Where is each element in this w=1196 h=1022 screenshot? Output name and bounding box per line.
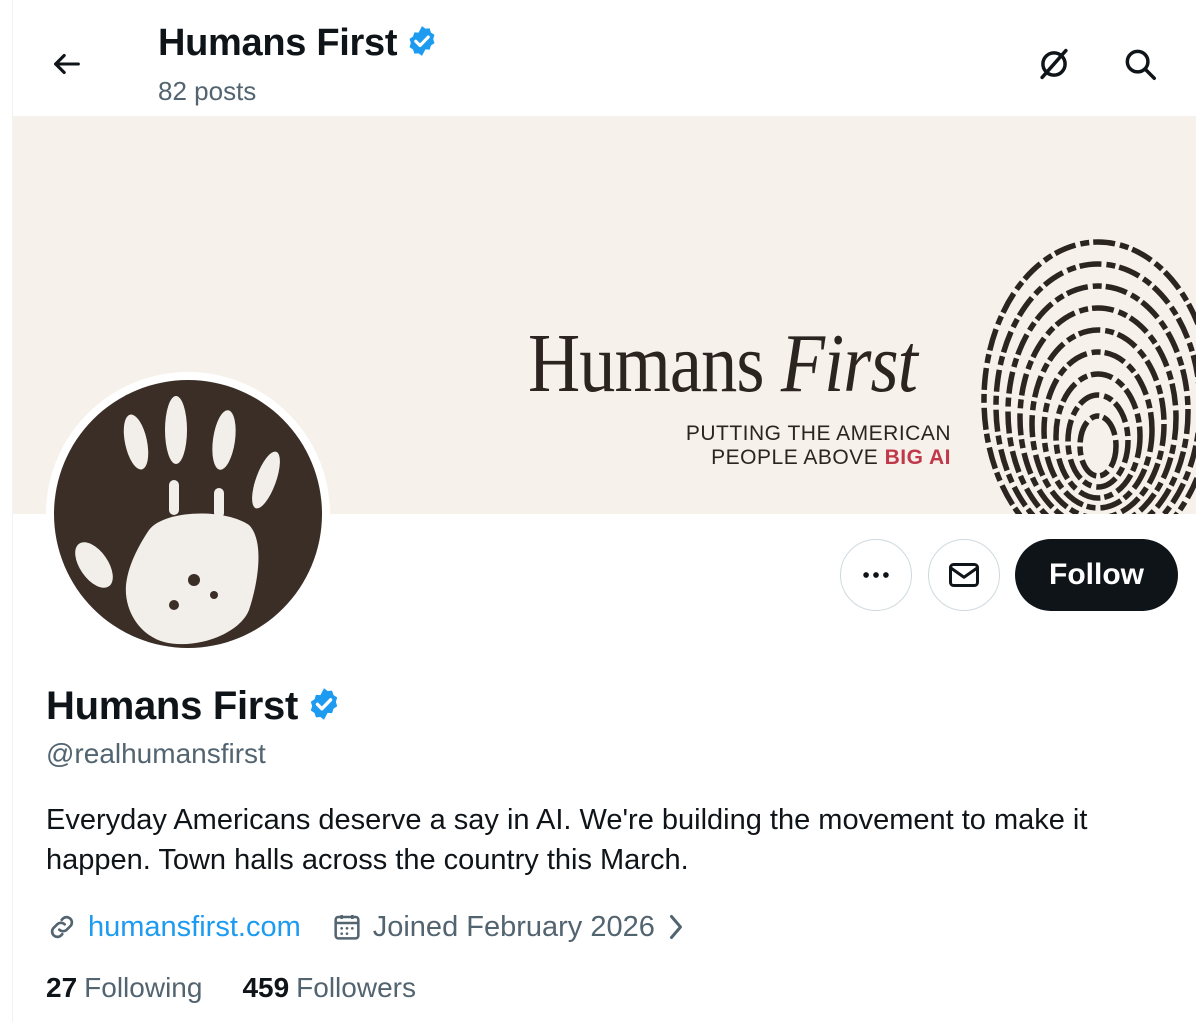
profile-name: Humans First [46,684,299,728]
slashed-circle-icon [1040,48,1068,80]
arrow-left-icon [54,53,80,75]
joined-date: Joined February 2026 [372,910,655,943]
hide-reposts-button[interactable] [1030,40,1078,88]
header-title-row: Humans First [158,22,439,65]
verified-badge-icon[interactable] [306,686,342,727]
fingerprint-icon [981,239,1196,514]
avatar[interactable] [54,380,322,648]
header-title: Humans First [158,22,398,64]
followers-link[interactable]: 459 Followers [242,972,416,1004]
banner-title-main: Humans [528,317,764,410]
banner-tagline-line1: PUTTING THE AMERICAN [685,422,951,445]
following-link[interactable]: 27 Following [46,972,202,1004]
profile-bio: Everyday Americans deserve a say in AI. … [46,804,1088,876]
handprint-icon [75,396,280,645]
profile-meta: humansfirst.com Joined February 2026 [46,906,687,948]
profile-header-bar: Humans First 82 posts [13,0,1196,116]
link-icon [46,911,78,943]
envelope-icon [949,563,979,587]
search-button[interactable] [1116,40,1164,88]
followers-label: Followers [296,972,416,1003]
profile-handle: @realhumansfirst [46,738,266,769]
verified-badge-icon [405,24,439,63]
banner-tagline: PUTTING THE AMERICAN PEOPLE ABOVE BIG AI [573,422,951,470]
following-label: Following [84,972,203,1003]
follow-button[interactable]: Follow [1015,539,1178,611]
message-button[interactable] [928,539,1000,611]
calendar-icon [331,911,363,943]
banner-tagline-prefix: PEOPLE ABOVE [711,446,879,469]
following-count: 27 [46,972,78,1003]
website-item: humansfirst.com [46,911,301,944]
more-horizontal-icon [863,572,889,578]
followers-count: 459 [242,972,290,1003]
profile-name-row: Humans First [46,684,342,729]
more-button[interactable] [840,539,912,611]
banner-title: Humans First [528,322,918,406]
chevron-right-icon [665,912,687,942]
website-link[interactable]: humansfirst.com [88,911,301,944]
post-count: 82 posts [158,76,257,106]
joined-date-button[interactable]: Joined February 2026 [331,911,687,944]
back-button[interactable] [47,44,87,84]
search-icon [1125,49,1156,80]
banner-title-emphasis: First [780,317,918,410]
profile-stats: 27 Following 459 Followers [46,972,456,1004]
banner-tagline-highlight: BIG AI [884,446,951,469]
